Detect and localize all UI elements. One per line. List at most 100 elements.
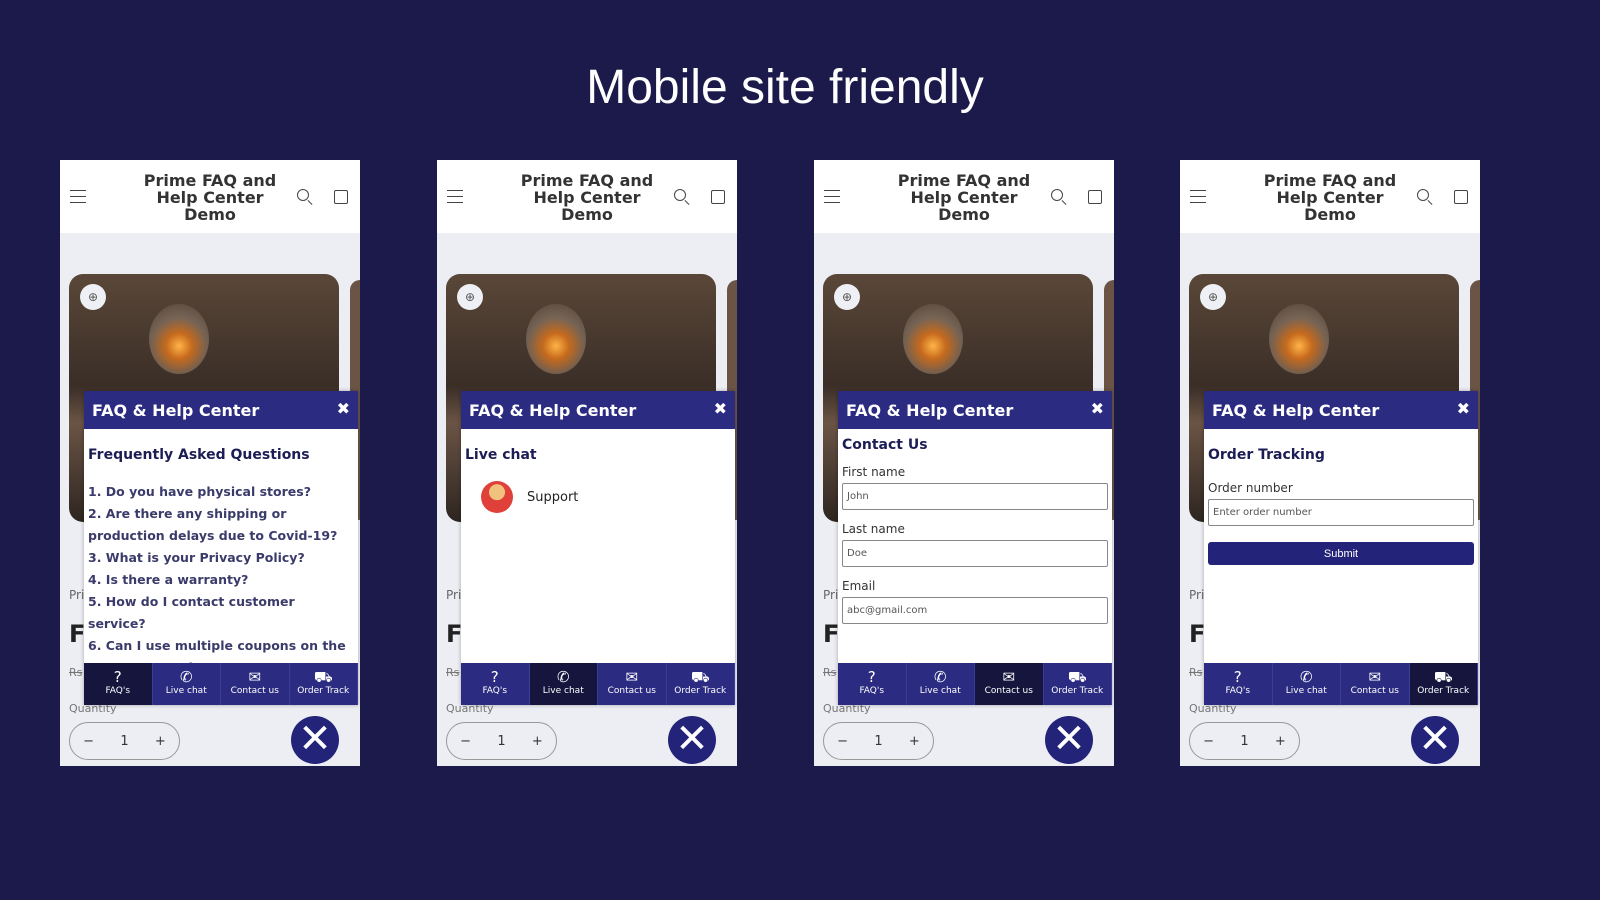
quantity-stepper[interactable]: − 1 + bbox=[446, 722, 557, 760]
mail-icon: ✉ bbox=[1368, 668, 1382, 686]
faq-question[interactable]: 4. Is there a warranty? bbox=[88, 569, 354, 591]
close-icon[interactable]: ✖ bbox=[337, 399, 350, 418]
faq-popup: FAQ & Help Center ✖ Frequently Asked Quest… bbox=[84, 391, 358, 705]
search-icon[interactable] bbox=[1417, 189, 1429, 201]
close-widget-button[interactable]: ✕ bbox=[1411, 716, 1459, 764]
quantity-stepper[interactable]: − 1 + bbox=[69, 722, 180, 760]
plus-button[interactable]: + bbox=[532, 734, 543, 749]
truck-icon: ⛟ bbox=[1433, 668, 1453, 686]
tab-faq-s[interactable]: ? FAQ's bbox=[461, 663, 530, 705]
submit-button[interactable]: Submit bbox=[1208, 542, 1474, 565]
phone-screen: Prime FAQ and Help Center Demo ⊕ Pri F Rs Qua… bbox=[1180, 160, 1480, 766]
faq-question[interactable]: 2. Are there any shipping or production … bbox=[88, 503, 354, 547]
question-icon: ? bbox=[490, 668, 499, 686]
store-name[interactable]: Prime FAQ and Help Center Demo bbox=[894, 172, 1034, 223]
faq-question[interactable]: 1. Do you have physical stores? bbox=[88, 481, 354, 503]
question-icon: ? bbox=[113, 668, 122, 686]
tab-faq-s[interactable]: ? FAQ's bbox=[838, 663, 907, 705]
faq-question[interactable]: 6. Can I use multiple coupons on the sam… bbox=[88, 635, 354, 663]
minus-button[interactable]: − bbox=[837, 734, 848, 749]
compare-price: Rs bbox=[69, 666, 83, 679]
search-icon[interactable] bbox=[1051, 189, 1063, 201]
contact-field[interactable]: John bbox=[842, 483, 1108, 510]
tab-order-track[interactable]: ⛟ Order Track bbox=[667, 663, 735, 705]
whatsapp-icon: ✆ bbox=[556, 668, 570, 686]
quantity-stepper[interactable]: − 1 + bbox=[823, 722, 934, 760]
popup-body: Contact Us First name John Last name Doe Emai… bbox=[838, 429, 1112, 663]
zoom-icon[interactable]: ⊕ bbox=[1200, 284, 1226, 310]
tab-order-track[interactable]: ⛟ Order Track bbox=[1044, 663, 1112, 705]
tab-live-chat[interactable]: ✆ Live chat bbox=[1273, 663, 1341, 705]
popup-body: Order Tracking Order number Enter order nu… bbox=[1204, 429, 1478, 663]
search-icon[interactable] bbox=[297, 189, 309, 201]
quantity-value: 1 bbox=[1240, 733, 1249, 749]
close-widget-button[interactable]: ✕ bbox=[668, 716, 716, 764]
menu-icon[interactable] bbox=[1190, 190, 1206, 203]
tab-order-track[interactable]: ⛟ Order Track bbox=[290, 663, 358, 705]
section-heading: Contact Us bbox=[842, 437, 928, 453]
tab-label: Contact us bbox=[607, 686, 656, 696]
truck-icon: ⛟ bbox=[313, 668, 333, 686]
plus-button[interactable]: + bbox=[909, 734, 920, 749]
minus-button[interactable]: − bbox=[460, 734, 471, 749]
menu-icon[interactable] bbox=[70, 190, 86, 203]
popup-header: FAQ & Help Center ✖ bbox=[1204, 391, 1478, 429]
phone-screen: Prime FAQ and Help Center Demo ⊕ Pri F Rs Qua… bbox=[814, 160, 1114, 766]
plus-button[interactable]: + bbox=[1275, 734, 1286, 749]
quantity-value: 1 bbox=[120, 733, 129, 749]
chat-agent[interactable]: Support bbox=[481, 481, 731, 513]
minus-button[interactable]: − bbox=[1203, 734, 1214, 749]
search-icon[interactable] bbox=[674, 189, 686, 201]
tab-faq-s[interactable]: ? FAQ's bbox=[84, 663, 153, 705]
cart-icon[interactable] bbox=[1454, 190, 1468, 204]
phone-screen: Prime FAQ and Help Center Demo ⊕ Pri F Rs Qua… bbox=[60, 160, 360, 766]
store-name[interactable]: Prime FAQ and Help Center Demo bbox=[1260, 172, 1400, 223]
tab-contact-us[interactable]: ✉ Contact us bbox=[221, 663, 290, 705]
compare-price: Rs bbox=[1189, 666, 1203, 679]
menu-icon[interactable] bbox=[824, 190, 840, 203]
tab-live-chat[interactable]: ✆ Live chat bbox=[153, 663, 221, 705]
plus-button[interactable]: + bbox=[155, 734, 166, 749]
contact-field[interactable]: Doe bbox=[842, 540, 1108, 567]
question-icon: ? bbox=[1233, 668, 1242, 686]
quantity-stepper[interactable]: − 1 + bbox=[1189, 722, 1300, 760]
faq-question[interactable]: 3. What is your Privacy Policy? bbox=[88, 547, 354, 569]
price-label: Pri bbox=[69, 588, 85, 602]
cart-icon[interactable] bbox=[711, 190, 725, 204]
popup-header: FAQ & Help Center ✖ bbox=[461, 391, 735, 429]
tab-label: Live chat bbox=[542, 686, 584, 696]
field-label: Email bbox=[842, 579, 876, 593]
order-number-input[interactable]: Enter order number bbox=[1208, 499, 1474, 526]
quantity-value: 1 bbox=[497, 733, 506, 749]
tab-contact-us[interactable]: ✉ Contact us bbox=[975, 663, 1044, 705]
zoom-icon[interactable]: ⊕ bbox=[80, 284, 106, 310]
contact-field[interactable]: abc@gmail.com bbox=[842, 597, 1108, 624]
close-icon[interactable]: ✖ bbox=[714, 399, 727, 418]
faq-question[interactable]: 5. How do I contact customer service? bbox=[88, 591, 354, 635]
store-name[interactable]: Prime FAQ and Help Center Demo bbox=[517, 172, 657, 223]
cart-icon[interactable] bbox=[1088, 190, 1102, 204]
phone-screen: Prime FAQ and Help Center Demo ⊕ Pri F Rs Qua… bbox=[437, 160, 737, 766]
cart-icon[interactable] bbox=[334, 190, 348, 204]
tab-order-track[interactable]: ⛟ Order Track bbox=[1409, 663, 1478, 705]
popup-title: FAQ & Help Center bbox=[469, 401, 637, 420]
close-widget-button[interactable]: ✕ bbox=[1045, 716, 1093, 764]
zoom-icon[interactable]: ⊕ bbox=[457, 284, 483, 310]
popup-body: Live chat Support bbox=[461, 429, 735, 663]
popup-body: Frequently Asked Questions 1. Do you have… bbox=[84, 429, 358, 663]
tab-live-chat[interactable]: ✆ Live chat bbox=[907, 663, 975, 705]
page-title: Mobile site friendly bbox=[586, 61, 984, 114]
tab-contact-us[interactable]: ✉ Contact us bbox=[598, 663, 667, 705]
close-icon[interactable]: ✖ bbox=[1457, 399, 1470, 418]
store-name[interactable]: Prime FAQ and Help Center Demo bbox=[140, 172, 280, 223]
zoom-icon[interactable]: ⊕ bbox=[834, 284, 860, 310]
close-widget-button[interactable]: ✕ bbox=[291, 716, 339, 764]
menu-icon[interactable] bbox=[447, 190, 463, 203]
tab-live-chat[interactable]: ✆ Live chat bbox=[529, 663, 598, 705]
tab-faq-s[interactable]: ? FAQ's bbox=[1204, 663, 1273, 705]
tab-contact-us[interactable]: ✉ Contact us bbox=[1341, 663, 1410, 705]
close-icon[interactable]: ✖ bbox=[1091, 399, 1104, 418]
minus-button[interactable]: − bbox=[83, 734, 94, 749]
whatsapp-icon: ✆ bbox=[933, 668, 947, 686]
question-icon: ? bbox=[867, 668, 876, 686]
